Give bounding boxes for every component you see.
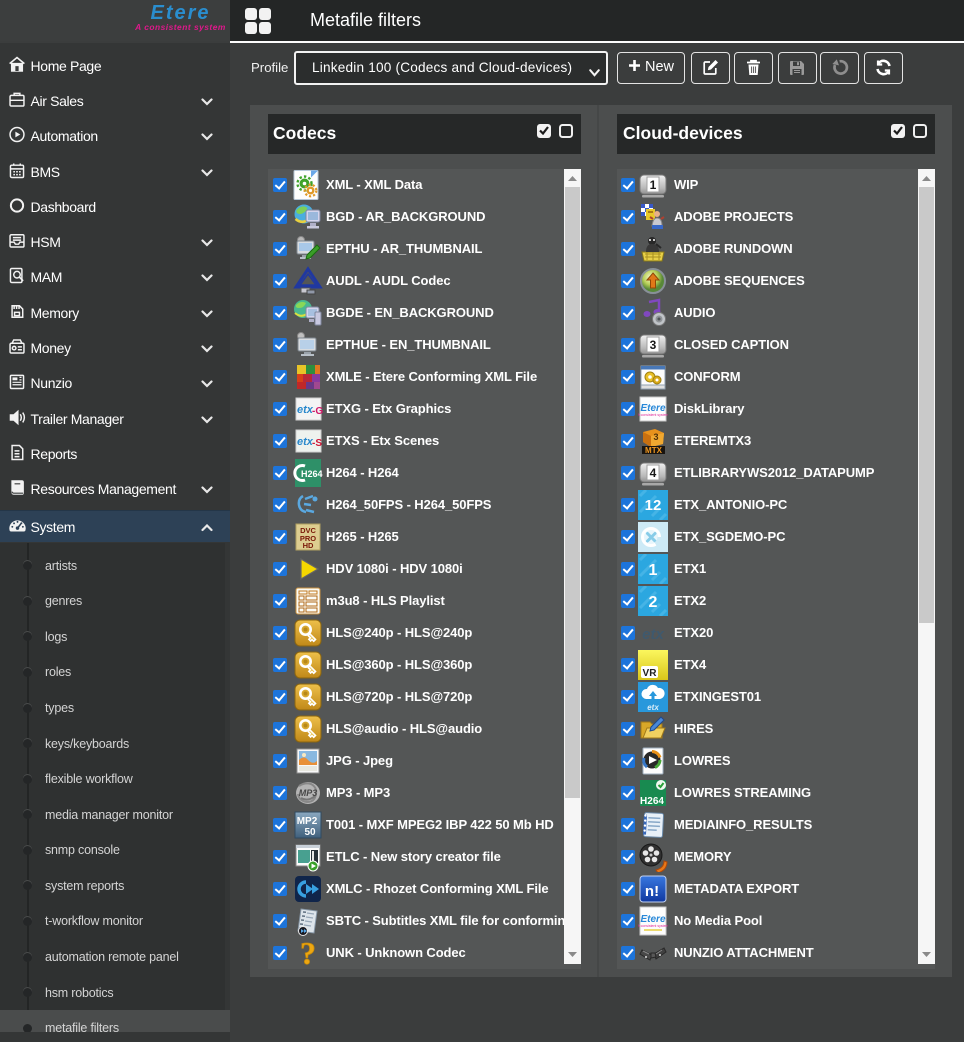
svg-text:etx: etx bbox=[647, 703, 659, 712]
svg-text:A consistent system: A consistent system bbox=[638, 924, 668, 928]
svg-text:1: 1 bbox=[649, 562, 658, 579]
svg-text:4: 4 bbox=[650, 466, 657, 480]
svg-text:n!: n! bbox=[645, 883, 659, 900]
svg-text:MTX: MTX bbox=[645, 446, 663, 455]
svg-text:H264: H264 bbox=[301, 469, 323, 479]
svg-text:MP2: MP2 bbox=[297, 816, 318, 827]
svg-text:H264: H264 bbox=[640, 796, 664, 807]
svg-text:2: 2 bbox=[649, 594, 658, 611]
svg-text:1: 1 bbox=[650, 178, 657, 192]
svg-text:etx: etx bbox=[642, 626, 664, 643]
svg-text:HD: HD bbox=[303, 541, 314, 550]
svg-text:VR: VR bbox=[643, 668, 658, 679]
svg-text:A consistent system: A consistent system bbox=[638, 413, 668, 417]
svg-text:50: 50 bbox=[304, 827, 316, 838]
svg-text:12: 12 bbox=[645, 497, 662, 514]
svg-text:3: 3 bbox=[650, 338, 657, 352]
svg-text:3: 3 bbox=[653, 432, 658, 442]
svg-text:-G: -G bbox=[312, 406, 323, 417]
svg-text:?: ? bbox=[300, 938, 316, 968]
svg-text:-S: -S bbox=[312, 438, 322, 449]
svg-text:MP3: MP3 bbox=[299, 788, 318, 798]
